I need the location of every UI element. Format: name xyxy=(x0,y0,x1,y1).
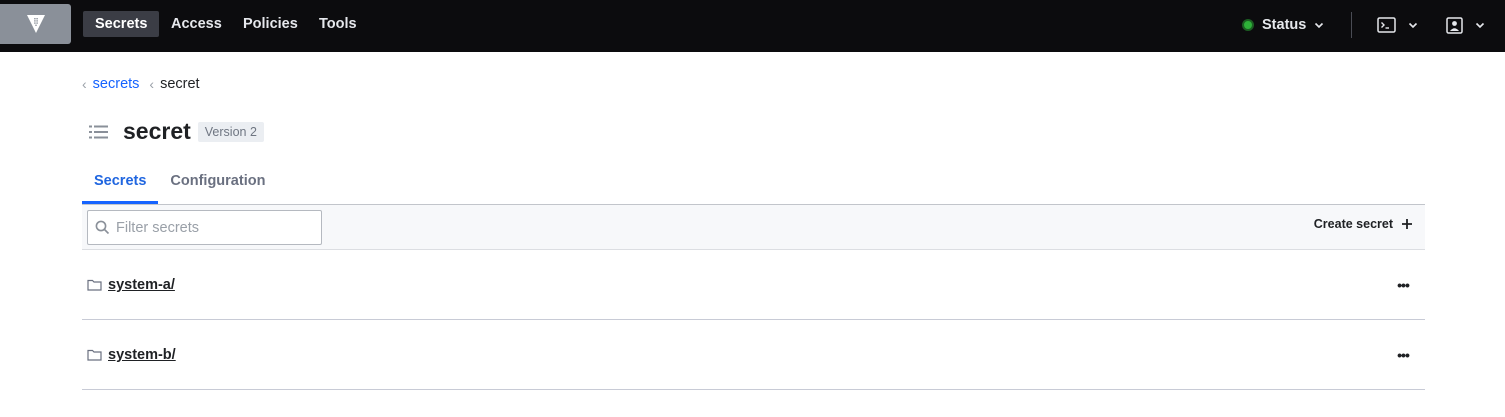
user-menu-button[interactable] xyxy=(1446,14,1485,36)
tab-configuration[interactable]: Configuration xyxy=(158,168,277,204)
status-menu[interactable]: Status xyxy=(1242,14,1324,36)
vault-logo-icon xyxy=(26,15,45,33)
plus-icon xyxy=(1402,219,1412,229)
status-indicator-icon xyxy=(1242,19,1254,31)
secret-link-system-a[interactable]: system-a/ xyxy=(87,277,175,293)
toolbar: Create secret xyxy=(82,204,1425,250)
secret-link-system-b[interactable]: system-b/ xyxy=(87,347,176,363)
search-icon xyxy=(95,220,110,235)
filter-secrets-input[interactable] xyxy=(116,219,316,236)
chevron-down-icon xyxy=(1475,22,1485,29)
breadcrumb-link-secrets[interactable]: secrets xyxy=(93,76,140,92)
nav-link-policies[interactable]: Policies xyxy=(231,11,310,37)
page-title: secret xyxy=(123,118,191,144)
chevron-down-icon xyxy=(1408,22,1418,29)
tab-secrets[interactable]: Secrets xyxy=(82,168,159,204)
nav-link-access[interactable]: Access xyxy=(159,11,234,37)
console-menu-button[interactable] xyxy=(1377,14,1418,36)
version-badge: Version 2 xyxy=(197,121,264,142)
nav-link-secrets[interactable]: Secrets xyxy=(83,11,160,37)
list-item: system-a/ ••• xyxy=(82,250,1425,320)
list-icon xyxy=(89,125,108,138)
create-secret-button[interactable]: Create secret xyxy=(1314,217,1413,231)
chevron-left-icon: ‹ xyxy=(82,76,87,92)
folder-icon xyxy=(87,279,102,291)
page-header: secret Version 2 xyxy=(89,118,264,145)
breadcrumb-item-current: ‹ secret xyxy=(149,76,199,92)
secret-name: system-a/ xyxy=(108,277,175,293)
ellipsis-icon: ••• xyxy=(1397,277,1410,293)
more-options-button[interactable]: ••• xyxy=(1393,275,1413,295)
breadcrumb-current: secret xyxy=(160,76,200,92)
status-label: Status xyxy=(1262,17,1307,33)
chevron-down-icon xyxy=(1315,22,1324,29)
ellipsis-icon: ••• xyxy=(1397,347,1410,363)
vault-logo[interactable] xyxy=(0,4,71,44)
folder-icon xyxy=(87,349,102,361)
create-secret-label: Create secret xyxy=(1313,217,1393,231)
top-nav: Secrets Access Policies Tools Status xyxy=(0,0,1505,52)
terminal-icon xyxy=(1377,17,1396,33)
chevron-left-icon: ‹ xyxy=(149,76,155,92)
list-item: system-b/ ••• xyxy=(82,320,1425,390)
breadcrumb-item-secrets: ‹ secrets xyxy=(82,76,139,92)
nav-link-tools[interactable]: Tools xyxy=(307,11,369,37)
more-options-button[interactable]: ••• xyxy=(1393,345,1413,365)
breadcrumb: ‹ secrets ‹ secret xyxy=(82,76,210,92)
filter-field xyxy=(87,210,322,245)
secret-name: system-b/ xyxy=(108,347,176,363)
nav-divider xyxy=(1351,12,1352,38)
user-icon xyxy=(1446,16,1463,34)
tab-bar: Secrets Configuration xyxy=(82,168,277,204)
